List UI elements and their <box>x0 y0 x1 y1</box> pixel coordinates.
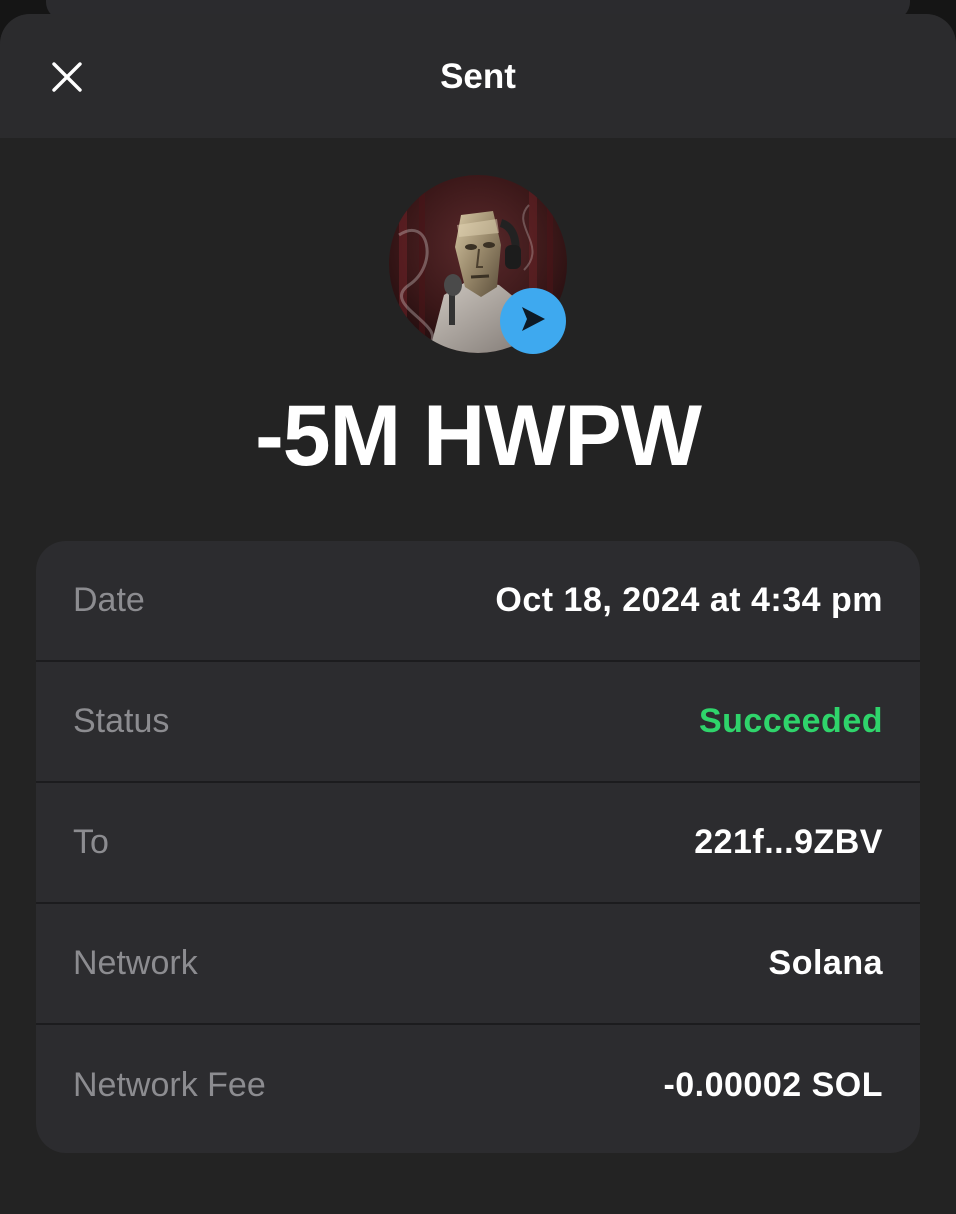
transaction-detail-sheet: Sent -5M HWPW Date Oct 18, 2024 at 4:34 … <box>0 14 956 1214</box>
detail-label: Network Fee <box>73 1066 266 1104</box>
send-badge <box>500 288 566 354</box>
recipient-address[interactable]: 221f...9ZBV <box>694 823 883 862</box>
detail-label: Date <box>73 581 145 619</box>
detail-value: Solana <box>768 944 883 982</box>
detail-value: -0.00002 SOL <box>663 1066 883 1104</box>
sheet-header: Sent <box>0 14 956 138</box>
detail-label: Network <box>73 944 198 982</box>
page-title: Sent <box>440 57 516 96</box>
detail-row-date: Date Oct 18, 2024 at 4:34 pm <box>36 541 920 662</box>
detail-value: Oct 18, 2024 at 4:34 pm <box>495 581 883 619</box>
send-arrow-icon <box>519 305 547 338</box>
detail-row-network-fee: Network Fee -0.00002 SOL <box>36 1025 920 1146</box>
transaction-amount: -5M HWPW <box>255 388 702 484</box>
detail-row-network: Network Solana <box>36 904 920 1025</box>
detail-label: Status <box>73 702 170 740</box>
detail-label: To <box>73 823 109 861</box>
detail-row-status: Status Succeeded <box>36 662 920 783</box>
detail-row-to[interactable]: To 221f...9ZBV <box>36 783 920 904</box>
status-value: Succeeded <box>698 702 883 740</box>
details-card: Date Oct 18, 2024 at 4:34 pm Status Succ… <box>36 541 920 1153</box>
token-avatar-group <box>389 175 567 354</box>
